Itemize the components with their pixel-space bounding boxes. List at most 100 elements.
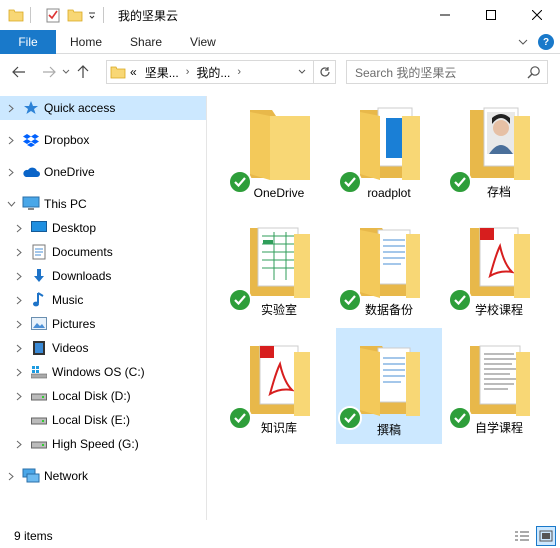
folder-with-photo-icon: [470, 107, 530, 180]
sidebar-item-drive-g[interactable]: High Speed (G:): [0, 432, 206, 456]
documents-icon: [30, 243, 48, 261]
sidebar-item-videos[interactable]: Videos: [0, 336, 206, 360]
sidebar-item-network[interactable]: Network: [0, 464, 206, 488]
address-bar[interactable]: « 坚果... › 我的... ›: [106, 60, 336, 84]
sidebar-item-label: High Speed (G:): [52, 437, 139, 451]
folder-item[interactable]: 自学课程: [446, 334, 552, 442]
new-folder-icon[interactable]: [67, 7, 83, 23]
sidebar-item-label: Quick access: [44, 101, 116, 115]
sidebar-item-label: Desktop: [52, 221, 97, 235]
refresh-button[interactable]: [313, 61, 335, 83]
chevron-right-icon[interactable]: [4, 136, 18, 145]
folder-item[interactable]: 知识库: [226, 334, 332, 442]
folder-name: 自学课程: [474, 421, 523, 435]
sidebar-item-this-pc[interactable]: This PC: [0, 192, 206, 216]
chevron-right-icon[interactable]: [4, 472, 18, 481]
tab-share[interactable]: Share: [116, 30, 176, 54]
up-button[interactable]: [72, 60, 94, 84]
breadcrumb-overflow[interactable]: «: [126, 65, 141, 79]
help-icon[interactable]: ?: [538, 34, 554, 50]
chevron-right-icon[interactable]: [4, 168, 18, 177]
sidebar-item-pictures[interactable]: Pictures: [0, 312, 206, 336]
sidebar-item-drive-c[interactable]: Windows OS (C:): [0, 360, 206, 384]
customize-dropdown-icon[interactable]: [87, 7, 97, 23]
breadcrumb-separator-icon[interactable]: ›: [234, 66, 244, 78]
drive-icon: [30, 387, 48, 405]
navigation-pane: Quick access Dropbox OneDrive This PC De…: [0, 96, 207, 520]
sidebar-item-label: Pictures: [52, 317, 96, 331]
folder-icon: [110, 66, 126, 79]
folder-name: 学校课程: [474, 303, 523, 317]
sidebar-item-desktop[interactable]: Desktop: [0, 216, 206, 240]
tab-file[interactable]: File: [0, 29, 56, 54]
close-button[interactable]: [514, 0, 560, 30]
folder-with-pdf-icon: [250, 345, 310, 416]
chevron-right-icon[interactable]: [12, 248, 26, 257]
sidebar-item-drive-e[interactable]: Local Disk (E:): [0, 408, 206, 432]
back-arrow-icon: [12, 66, 25, 78]
sidebar-item-label: Documents: [52, 245, 113, 259]
chevron-right-icon[interactable]: [12, 272, 26, 281]
breadcrumb-separator-icon[interactable]: ›: [183, 66, 193, 78]
folder-item[interactable]: OneDrive: [226, 98, 332, 206]
search-placeholder: Search 我的坚果云: [355, 65, 457, 80]
folder-item[interactable]: 撰稿: [336, 328, 442, 444]
dropbox-icon: [22, 131, 40, 149]
sidebar-item-onedrive[interactable]: OneDrive: [0, 160, 206, 184]
tab-home[interactable]: Home: [56, 30, 116, 54]
details-view-button[interactable]: [512, 526, 532, 546]
folder-item[interactable]: 存档: [446, 98, 552, 206]
folder-item[interactable]: 数据备份: [336, 216, 442, 324]
address-dropdown-button[interactable]: [293, 61, 311, 83]
status-bar: 9 items: [0, 524, 560, 548]
windows-drive-icon: [30, 363, 48, 381]
sidebar-item-downloads[interactable]: Downloads: [0, 264, 206, 288]
large-icons-view-icon: [539, 530, 553, 542]
tab-view[interactable]: View: [176, 30, 230, 54]
sidebar-item-drive-d[interactable]: Local Disk (D:): [0, 384, 206, 408]
chevron-right-icon[interactable]: [12, 392, 26, 401]
folder-name: 存档: [486, 185, 511, 199]
forward-arrow-icon: [43, 66, 56, 78]
sidebar-item-quick-access[interactable]: Quick access: [0, 96, 206, 120]
expand-ribbon-icon[interactable]: [518, 38, 528, 46]
back-button[interactable]: [8, 60, 30, 84]
sidebar-item-documents[interactable]: Documents: [0, 240, 206, 264]
chevron-right-icon[interactable]: [12, 344, 26, 353]
star-icon: [22, 99, 40, 117]
folder-with-text-document-icon: [470, 345, 530, 416]
sidebar-item-music[interactable]: Music: [0, 288, 206, 312]
folder-with-documents-icon: [360, 228, 420, 298]
sidebar-item-label: Local Disk (E:): [52, 413, 131, 427]
chevron-right-icon[interactable]: [12, 440, 26, 449]
breadcrumb-item[interactable]: 我的...: [192, 64, 234, 81]
properties-icon[interactable]: [45, 7, 61, 23]
details-view-icon: [515, 531, 529, 541]
folder-item[interactable]: 实验室: [226, 216, 332, 324]
maximize-button[interactable]: [468, 0, 514, 30]
separator: [103, 7, 104, 23]
chevron-down-icon[interactable]: [4, 201, 18, 207]
forward-button[interactable]: [38, 60, 60, 84]
folder-name: 数据备份: [364, 303, 413, 317]
chevron-down-icon: [62, 69, 70, 74]
breadcrumb-item[interactable]: 坚果...: [141, 64, 183, 81]
search-icon[interactable]: [527, 65, 541, 79]
chevron-right-icon[interactable]: [12, 320, 26, 329]
chevron-right-icon[interactable]: [12, 224, 26, 233]
folder-item[interactable]: roadplot: [336, 98, 442, 206]
large-icons-view-button[interactable]: [536, 526, 556, 546]
folder-name: 撰稿: [376, 423, 401, 437]
minimize-button[interactable]: [422, 0, 468, 30]
recent-locations-button[interactable]: [60, 60, 72, 84]
folder-item[interactable]: 学校课程: [446, 216, 552, 324]
folder-icon[interactable]: [8, 7, 24, 23]
title-bar: 我的坚果云: [0, 0, 560, 30]
drive-icon: [30, 435, 48, 453]
window-title: 我的坚果云: [118, 8, 179, 23]
search-input[interactable]: Search 我的坚果云: [346, 60, 548, 84]
chevron-right-icon[interactable]: [12, 368, 26, 377]
sidebar-item-dropbox[interactable]: Dropbox: [0, 128, 206, 152]
chevron-right-icon[interactable]: [12, 296, 26, 305]
chevron-right-icon[interactable]: [4, 104, 18, 113]
